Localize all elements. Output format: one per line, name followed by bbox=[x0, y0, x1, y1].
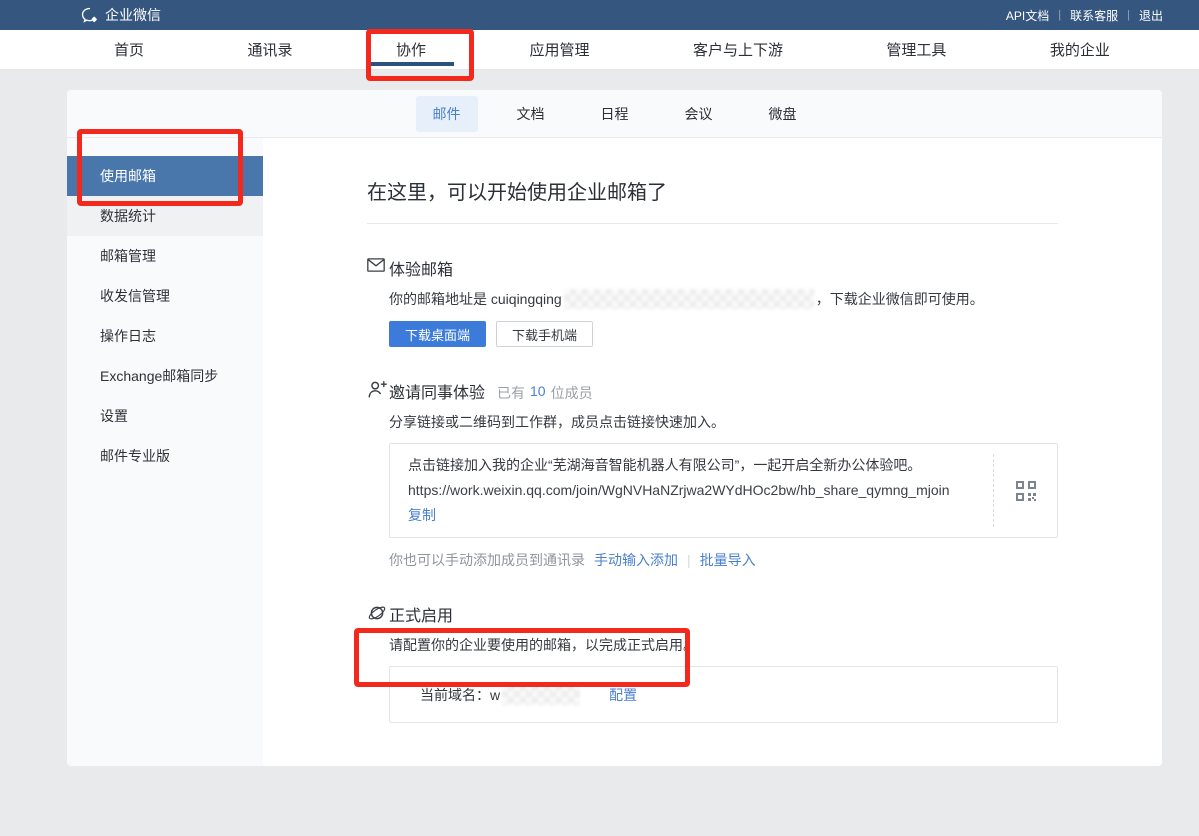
current-domain-label: 当前域名：w bbox=[420, 685, 500, 705]
batch-import-link[interactable]: 批量导入 bbox=[700, 550, 756, 570]
manual-add-row: 你也可以手动添加成员到通讯录 手动输入添加 | 批量导入 bbox=[389, 550, 1058, 570]
sidebar-item-mailbox-management[interactable]: 邮箱管理 bbox=[67, 236, 263, 276]
topbar-separator: | bbox=[1127, 9, 1130, 21]
activate-description: 请配置你的企业要使用的邮箱，以完成正式启用。 bbox=[389, 635, 1058, 655]
nav-item-customers[interactable]: 客户与上下游 bbox=[689, 30, 787, 69]
invite-link-box: 点击链接加入我的企业“芜湖海音智能机器人有限公司”，一起开启全新办公体验吧。 h… bbox=[389, 443, 1058, 538]
content-panel: 邮件 文档 日程 会议 微盘 使用邮箱 数据统计 邮箱管理 收发信管理 操作日志… bbox=[67, 90, 1162, 766]
copy-link[interactable]: 复制 bbox=[408, 507, 436, 523]
sidebar-item-exchange-sync[interactable]: Exchange邮箱同步 bbox=[67, 356, 263, 396]
subtab-mail[interactable]: 邮件 bbox=[416, 96, 478, 132]
sidebar-item-use-mailbox[interactable]: 使用邮箱 bbox=[67, 156, 263, 196]
subtab-docs[interactable]: 文档 bbox=[500, 96, 562, 132]
qr-code-icon bbox=[1015, 480, 1037, 502]
sidebar-item-settings[interactable]: 设置 bbox=[67, 396, 263, 436]
section-invite-colleagues: 邀请同事体验 已有 10 位成员 分享链接或二维码到工作群，成员点击链接快速加入… bbox=[367, 379, 1058, 570]
divider bbox=[367, 223, 1058, 224]
panel-body: 使用邮箱 数据统计 邮箱管理 收发信管理 操作日志 Exchange邮箱同步 设… bbox=[67, 138, 1162, 766]
sidebar-item-operation-log[interactable]: 操作日志 bbox=[67, 316, 263, 356]
download-desktop-button[interactable]: 下载桌面端 bbox=[389, 321, 486, 347]
current-domain-box: 当前域名：w 配置 bbox=[389, 666, 1058, 723]
nav-item-collaboration[interactable]: 协作 bbox=[392, 30, 430, 69]
member-count-note: 已有 10 位成员 bbox=[497, 383, 593, 403]
subtab-meeting[interactable]: 会议 bbox=[668, 96, 730, 132]
section-title-activate: 正式启用 bbox=[389, 602, 453, 626]
envelope-icon bbox=[367, 256, 389, 347]
separator: | bbox=[687, 552, 691, 568]
manual-add-text: 你也可以手动添加成员到通讯录 bbox=[389, 550, 585, 570]
email-address-suffix: ，下载企业微信即可使用。 bbox=[816, 291, 984, 307]
section-trial-mailbox: 体验邮箱 你的邮箱地址是 cuiqingqing ，下载企业微信即可使用。 下载桌… bbox=[367, 256, 1058, 347]
member-note-suffix: 位成员 bbox=[551, 383, 593, 403]
member-note-prefix: 已有 bbox=[497, 383, 525, 403]
main-nav: 首页 通讯录 协作 应用管理 客户与上下游 管理工具 我的企业 bbox=[0, 30, 1199, 70]
section-official-activation: 正式启用 请配置你的企业要使用的邮箱，以完成正式启用。 当前域名：w 配置 bbox=[367, 602, 1058, 723]
sidebar-item-mail-pro[interactable]: 邮件专业版 bbox=[67, 436, 263, 476]
globe-orbit-icon bbox=[367, 602, 389, 723]
nav-item-app-management[interactable]: 应用管理 bbox=[525, 30, 593, 69]
add-person-icon bbox=[367, 379, 389, 570]
page: 企业微信 API文档 | 联系客服 | 退出 首页 通讯录 协作 应用管理 客户… bbox=[0, 0, 1199, 836]
mail-sidebar: 使用邮箱 数据统计 邮箱管理 收发信管理 操作日志 Exchange邮箱同步 设… bbox=[67, 138, 263, 766]
redacted-email bbox=[564, 289, 814, 309]
subtab-drive[interactable]: 微盘 bbox=[752, 96, 814, 132]
nav-item-home[interactable]: 首页 bbox=[110, 30, 148, 69]
nav-item-contacts[interactable]: 通讯录 bbox=[243, 30, 296, 69]
sidebar-item-send-receive-management[interactable]: 收发信管理 bbox=[67, 276, 263, 316]
sidebar-item-data-statistics[interactable]: 数据统计 bbox=[67, 196, 263, 236]
download-mobile-button[interactable]: 下载手机端 bbox=[496, 321, 593, 347]
nav-item-admin-tools[interactable]: 管理工具 bbox=[882, 30, 950, 69]
topbar: 企业微信 API文档 | 联系客服 | 退出 bbox=[0, 0, 1199, 30]
section-title-invite: 邀请同事体验 bbox=[389, 379, 485, 403]
brand-title: 企业微信 bbox=[105, 5, 161, 25]
configure-domain-link[interactable]: 配置 bbox=[609, 685, 637, 705]
topbar-links: API文档 | 联系客服 | 退出 bbox=[1006, 7, 1163, 24]
member-count-value: 10 bbox=[530, 383, 546, 403]
main-content: 在这里，可以开始使用企业邮箱了 体验邮箱 bbox=[263, 138, 1162, 766]
collab-subtabs: 邮件 文档 日程 会议 微盘 bbox=[67, 90, 1162, 138]
topbar-link-contact-support[interactable]: 联系客服 bbox=[1070, 7, 1118, 24]
topbar-link-api-docs[interactable]: API文档 bbox=[1006, 7, 1049, 24]
invite-description: 分享链接或二维码到工作群，成员点击链接快速加入。 bbox=[389, 412, 1058, 432]
topbar-separator: | bbox=[1058, 9, 1061, 21]
qr-code-button[interactable] bbox=[993, 454, 1057, 527]
trial-description: 你的邮箱地址是 cuiqingqing ，下载企业微信即可使用。 bbox=[389, 289, 1058, 309]
redacted-domain bbox=[502, 685, 580, 705]
email-address-prefix: 你的邮箱地址是 cuiqingqing bbox=[389, 291, 562, 307]
invite-message-line: 点击链接加入我的企业“芜湖海音智能机器人有限公司”，一起开启全新办公体验吧。 bbox=[408, 453, 975, 478]
brand: 企业微信 bbox=[80, 5, 161, 25]
section-title-trial: 体验邮箱 bbox=[389, 256, 453, 280]
manual-input-add-link[interactable]: 手动输入添加 bbox=[594, 550, 678, 570]
topbar-link-logout[interactable]: 退出 bbox=[1139, 7, 1163, 24]
invite-url: https://work.weixin.qq.com/join/WgNVHaNZ… bbox=[408, 478, 975, 503]
subtab-calendar[interactable]: 日程 bbox=[584, 96, 646, 132]
page-title: 在这里，可以开始使用企业邮箱了 bbox=[367, 176, 1058, 205]
wework-logo-icon bbox=[80, 6, 99, 25]
nav-item-my-company[interactable]: 我的企业 bbox=[1046, 30, 1114, 69]
